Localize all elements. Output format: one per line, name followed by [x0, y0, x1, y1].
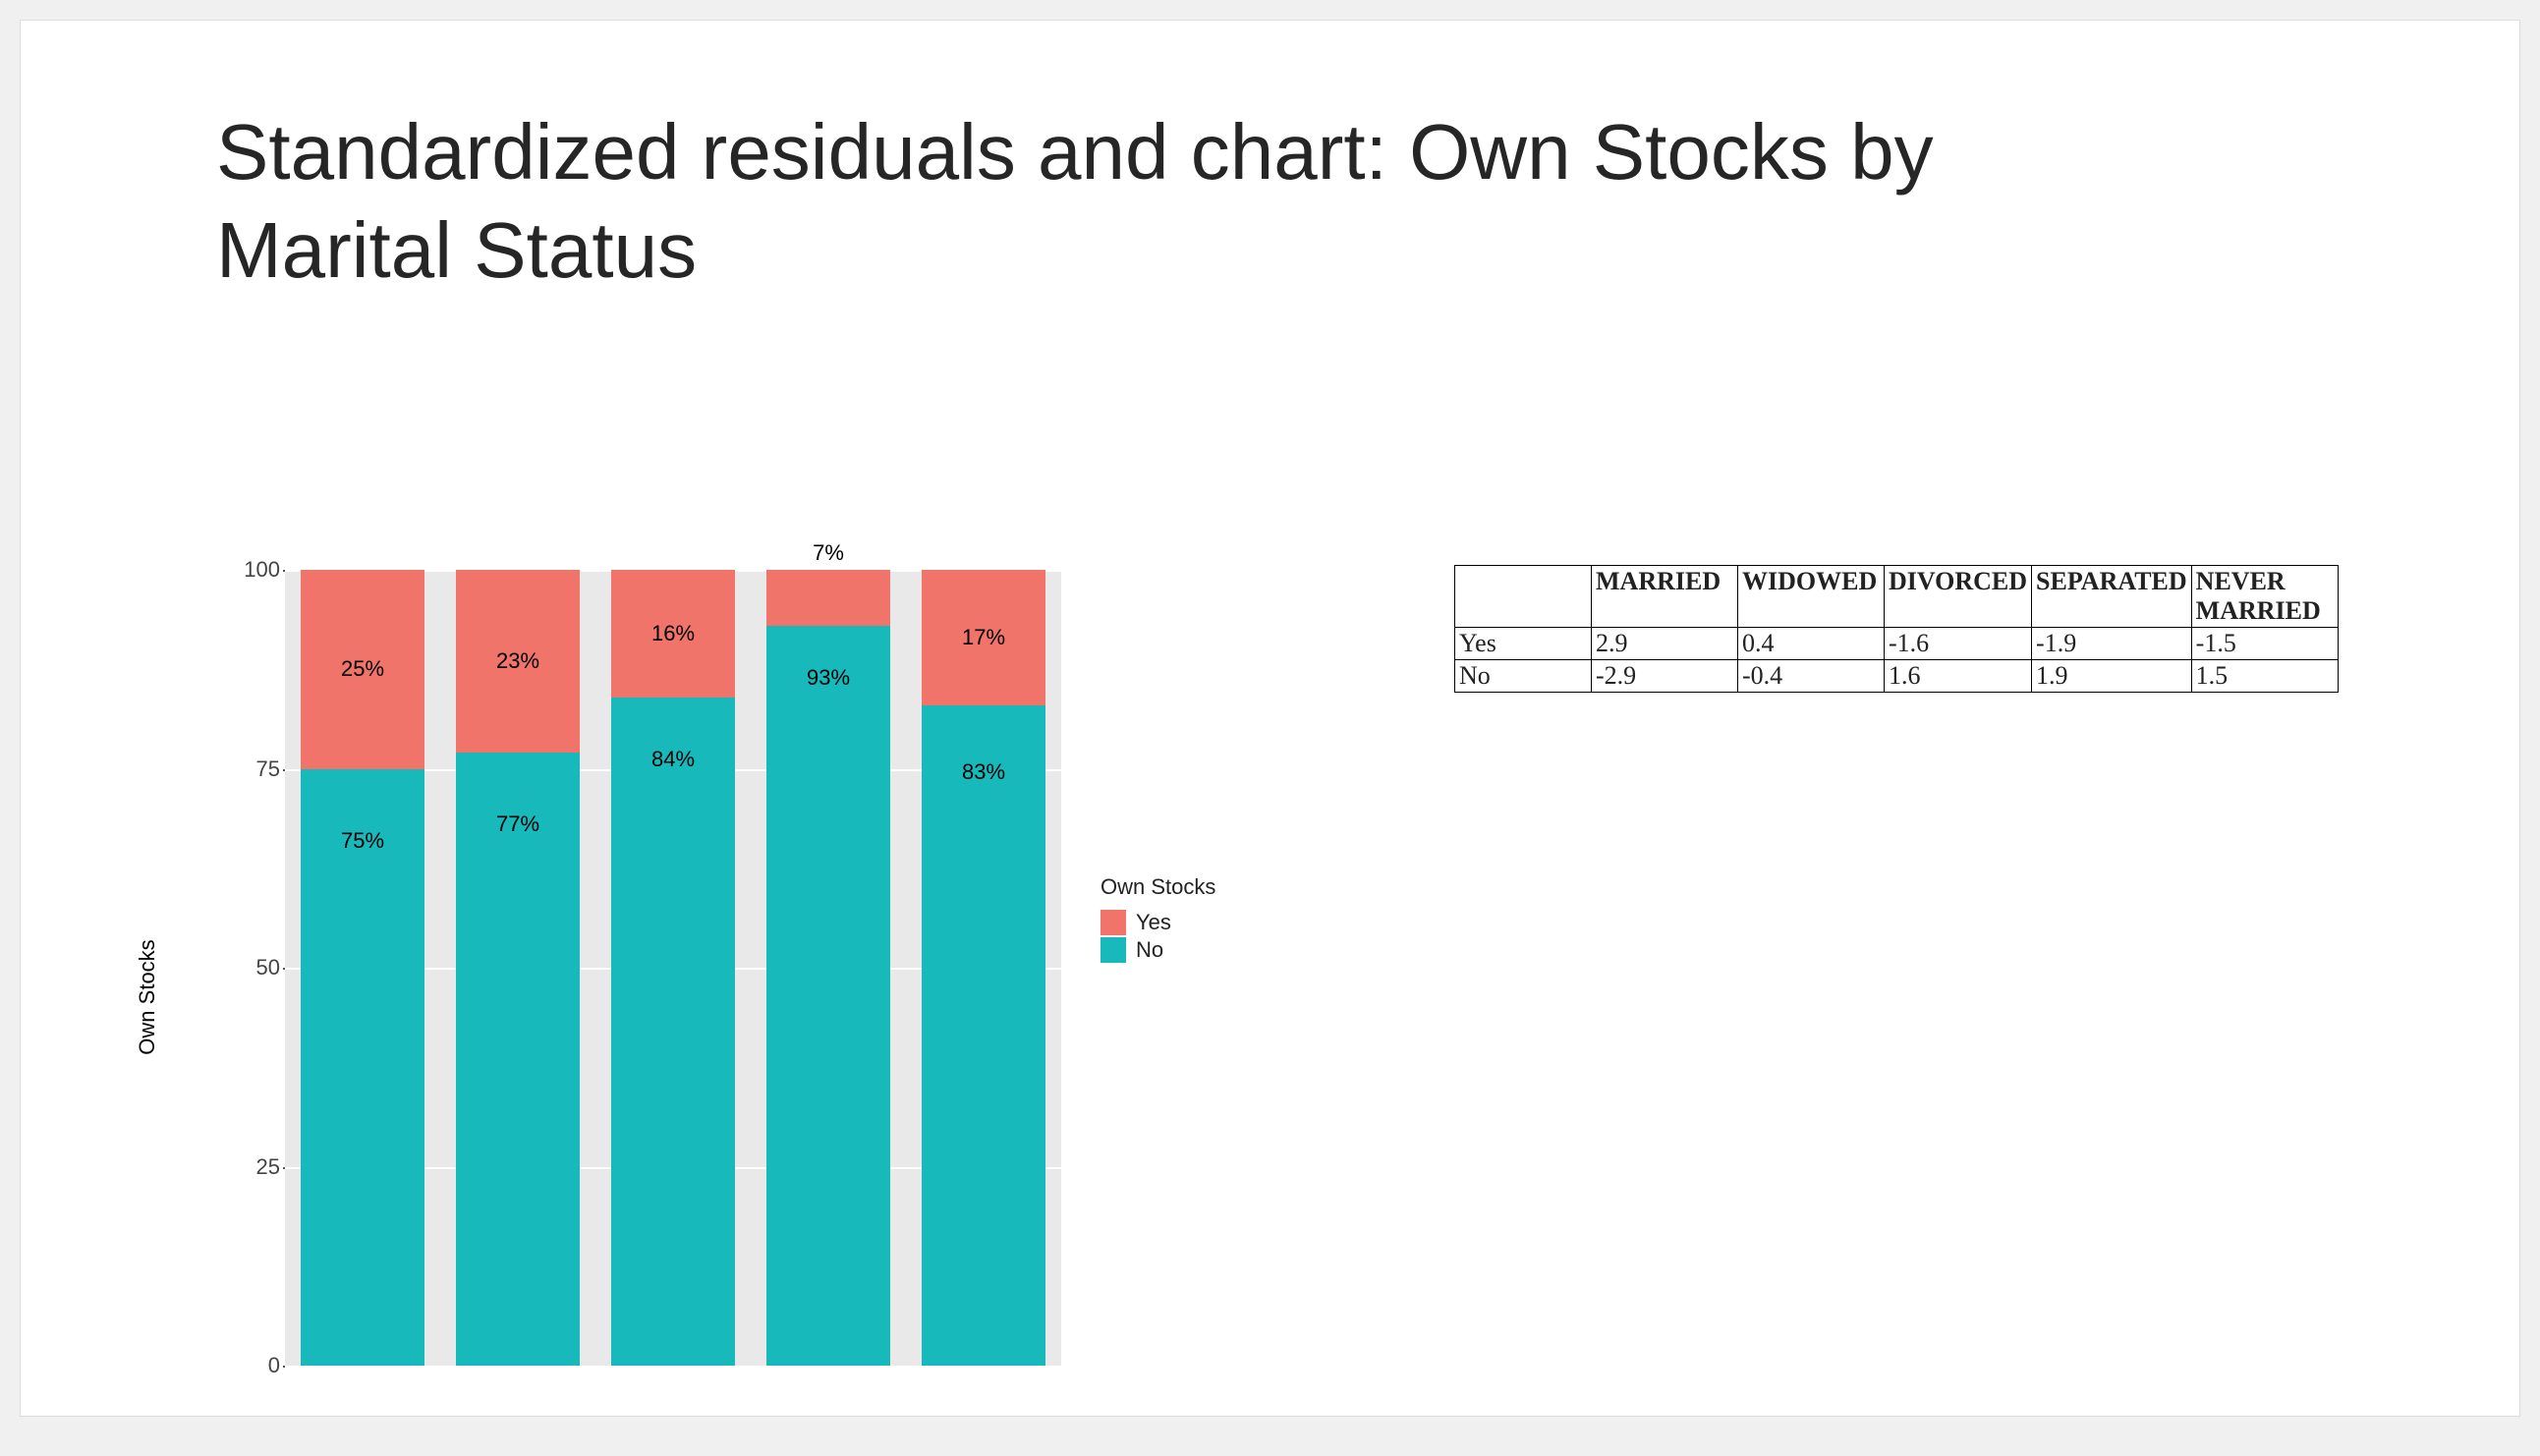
stacked-bar-chart: Own Stocks 0 25 50 75 100 25% 75: [157, 570, 1287, 1417]
bar-widowed: 23% 77%: [456, 570, 580, 1366]
bar-separated: 7% 93%: [766, 570, 890, 1366]
table-row: No -2.9 -0.4 1.6 1.9 1.5: [1455, 660, 2339, 693]
slide: Standardized residuals and chart: Own St…: [20, 20, 2520, 1417]
plot-area: 25% 75% 23% 77% 16% 84% 7% 93%: [285, 570, 1061, 1366]
legend-item-yes: Yes: [1101, 910, 1215, 935]
legend-item-no: No: [1101, 937, 1215, 963]
y-ticks: 0 25 50 75 100: [231, 570, 280, 1366]
swatch-yes-icon: [1101, 910, 1126, 935]
y-axis-label: Own Stocks: [135, 939, 160, 1054]
bar-married: 25% 75%: [301, 570, 424, 1366]
bar-divorced: 16% 84%: [611, 570, 735, 1366]
bar-never-married: 17% 83%: [922, 570, 1045, 1366]
legend-title: Own Stocks: [1101, 874, 1215, 900]
table-row: Yes 2.9 0.4 -1.6 -1.9 -1.5: [1455, 628, 2339, 660]
table-header-row: MARRIED WIDOWED DIVORCED SEPARATED NEVER…: [1455, 566, 2339, 628]
swatch-no-icon: [1101, 937, 1126, 963]
legend: Own Stocks Yes No: [1101, 874, 1215, 965]
residuals-table: MARRIED WIDOWED DIVORCED SEPARATED NEVER…: [1454, 565, 2339, 693]
page-title: Standardized residuals and chart: Own St…: [216, 103, 1985, 300]
